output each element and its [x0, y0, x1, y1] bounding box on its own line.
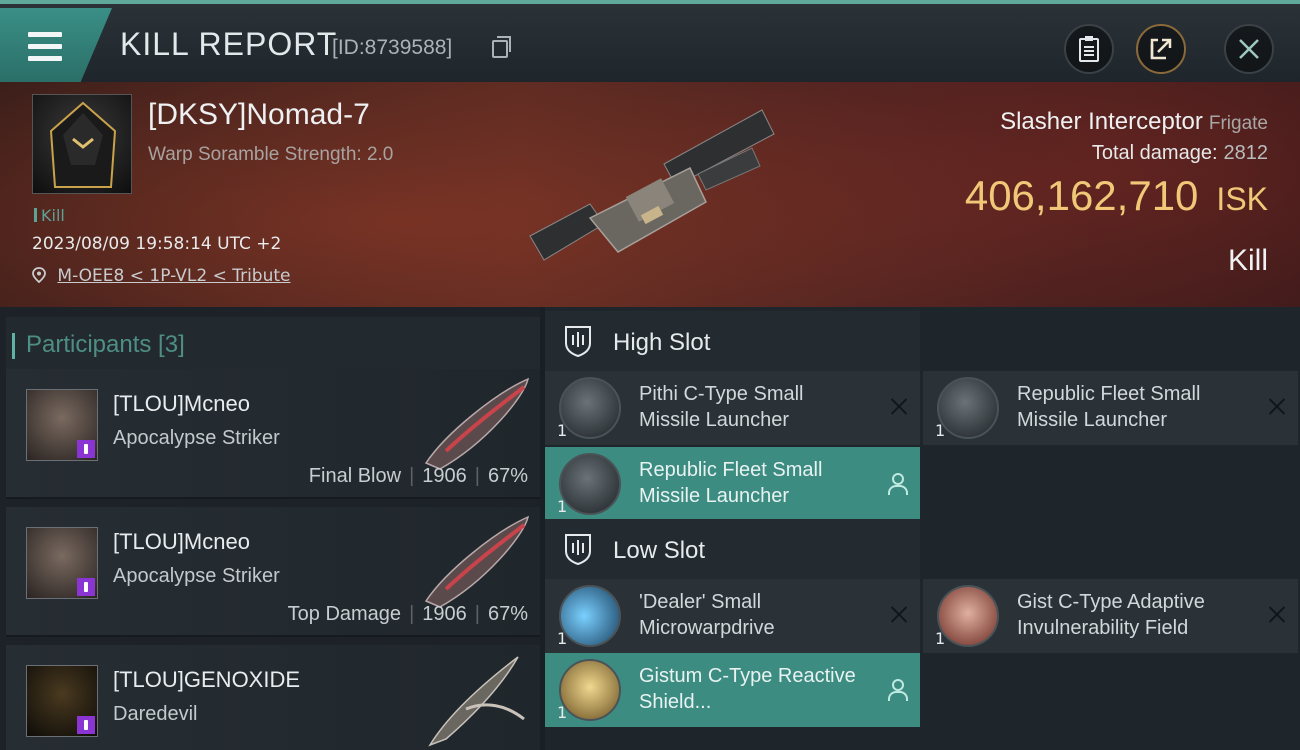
- victim-name: [DKSY]Nomad-7: [148, 98, 370, 131]
- isk-value: 406,162,710 ISK: [965, 172, 1268, 220]
- participant-row[interactable]: [TLOU]Mcneo Apocalypse Striker Top Damag…: [6, 507, 540, 637]
- victim-ship-image: [529, 109, 775, 261]
- destroyed-icon: [890, 397, 908, 415]
- participants-header: Participants [3]: [6, 317, 540, 373]
- report-button[interactable]: [1064, 24, 1114, 74]
- rank-badge-icon: [77, 716, 95, 734]
- module-item[interactable]: 1 Republic Fleet Small Missile Launcher: [545, 447, 920, 521]
- clipboard-icon: [1079, 36, 1099, 62]
- module-name: Gistum C-Type Reactive Shield...: [639, 665, 856, 713]
- fitting-panel: High Slot 1 Pithi C-Type Small Missile L…: [545, 307, 1300, 750]
- destroyed-icon: [890, 605, 908, 623]
- module-name: Pithi C-Type Small Missile Launcher: [639, 383, 804, 431]
- participant-ship: Daredevil: [113, 703, 198, 725]
- module-item[interactable]: 1 Pithi C-Type Small Missile Launcher: [545, 371, 920, 445]
- total-damage: Total damage: 2812: [1092, 142, 1268, 165]
- apocalypse-ship-icon: [424, 515, 530, 608]
- daredevil-ship-icon: [428, 656, 525, 747]
- low-slot-label: Low Slot: [613, 537, 706, 564]
- total-damage-value: 2812: [1223, 142, 1269, 164]
- high-slot-header: High Slot: [545, 311, 920, 371]
- high-slot-label: High Slot: [613, 329, 711, 356]
- module-item[interactable]: 1 'Dealer' Small Microwarpdrive: [545, 579, 920, 653]
- participant-name: [TLOU]Mcneo: [113, 529, 250, 554]
- avatar[interactable]: [26, 665, 98, 737]
- victim-avatar[interactable]: [32, 94, 132, 194]
- kill-result: Kill: [1227, 244, 1268, 277]
- module-quantity: 1: [557, 421, 568, 440]
- kill-id: [ID:8739588]: [332, 36, 453, 59]
- avatar[interactable]: [26, 527, 98, 599]
- avatar[interactable]: [26, 389, 98, 461]
- menu-button[interactable]: [0, 8, 112, 82]
- page-title: KILL REPORT: [120, 26, 338, 62]
- module-quantity: 1: [557, 629, 568, 648]
- module-name: Gist C-Type Adaptive Invulnerability Fie…: [1017, 591, 1205, 639]
- module-item[interactable]: 1 Gist C-Type Adaptive Invulnerability F…: [923, 579, 1298, 653]
- apocalypse-ship-icon: [424, 377, 530, 470]
- participant-percent: 67%: [487, 465, 528, 487]
- close-icon: [1239, 39, 1259, 59]
- kill-datetime: 2023/08/09 19:58:14 UTC +2: [32, 234, 282, 254]
- total-damage-label: Total damage:: [1091, 142, 1218, 164]
- ship-type: Slasher Interceptor: [1000, 108, 1203, 135]
- low-slot-header: Low Slot: [545, 519, 920, 579]
- close-button[interactable]: [1224, 24, 1274, 74]
- module-name: 'Dealer' Small Microwarpdrive: [639, 591, 775, 639]
- microwarpdrive-icon: [559, 585, 621, 647]
- participant-name: [TLOU]GENOXIDE: [113, 667, 301, 692]
- top-bar: KILL REPORT [ID:8739588]: [0, 0, 1300, 82]
- destroyed-icon: [1268, 397, 1286, 415]
- ship-class: Frigate: [1208, 113, 1268, 134]
- module-name: Republic Fleet Small Missile Launcher: [1017, 383, 1201, 431]
- person-icon: [886, 473, 908, 495]
- missile-launcher-icon: [937, 377, 999, 439]
- high-slot-icon: [565, 326, 591, 357]
- victim-banner: [DKSY]Nomad-7 Warp Soramble Strength: 2.…: [0, 82, 1300, 307]
- participant-ship: Apocalypse Striker: [113, 565, 280, 587]
- rank-badge-icon: [77, 578, 95, 596]
- participant-row[interactable]: [TLOU]Mcneo Apocalypse Striker Final Blo…: [6, 369, 540, 499]
- module-quantity: 1: [935, 629, 946, 648]
- participant-role: Top Damage: [287, 603, 402, 625]
- participant-damage: 1906: [422, 465, 467, 487]
- warp-scramble-strength: Warp Soramble Strength: 2.0: [148, 144, 394, 165]
- share-icon: [1150, 38, 1172, 60]
- person-icon: [886, 679, 908, 701]
- rank-badge-icon: [77, 440, 95, 458]
- participants-panel: Participants [3] [TLOU]Mcneo Apocalypse …: [0, 307, 540, 750]
- missile-launcher-icon: [559, 377, 621, 439]
- location-pin-icon: [32, 267, 46, 284]
- participants-title: Participants [3]: [12, 331, 185, 359]
- participant-role: Final Blow: [308, 465, 402, 487]
- low-slot-icon: [565, 534, 591, 565]
- participant-stats: Final Blow | 1906 | 67%: [308, 465, 528, 487]
- destroyed-icon: [1268, 605, 1286, 623]
- module-item[interactable]: 1 Gistum C-Type Reactive Shield...: [545, 653, 920, 727]
- module-quantity: 1: [557, 703, 568, 722]
- shield-module-icon: [937, 585, 999, 647]
- isk-unit: ISK: [1216, 181, 1268, 217]
- module-quantity: 1: [557, 497, 568, 516]
- participant-row[interactable]: [TLOU]GENOXIDE Daredevil: [6, 645, 540, 750]
- module-name: Republic Fleet Small Missile Launcher: [639, 459, 823, 507]
- participant-stats: Top Damage | 1906 | 67%: [287, 603, 528, 625]
- copy-icon[interactable]: [492, 36, 511, 58]
- module-quantity: 1: [935, 421, 946, 440]
- module-item[interactable]: 1 Republic Fleet Small Missile Launcher: [923, 371, 1298, 445]
- kill-location[interactable]: M-OEE8 < 1P-VL2 < Tribute: [32, 266, 291, 286]
- participant-name: [TLOU]Mcneo: [113, 391, 250, 416]
- share-button[interactable]: [1136, 24, 1186, 74]
- participant-damage: 1906: [422, 603, 467, 625]
- shield-module-icon: [559, 659, 621, 721]
- isk-amount: 406,162,710: [964, 172, 1199, 219]
- victim-ship-name: Slasher Interceptor Frigate: [1000, 108, 1268, 136]
- participant-ship: Apocalypse Striker: [113, 427, 280, 449]
- kill-tag: Kill: [34, 206, 65, 225]
- missile-launcher-icon: [559, 453, 621, 515]
- location-link[interactable]: M-OEE8 < 1P-VL2 < Tribute: [57, 266, 290, 286]
- participant-percent: 67%: [487, 603, 528, 625]
- hamburger-icon: [28, 32, 62, 68]
